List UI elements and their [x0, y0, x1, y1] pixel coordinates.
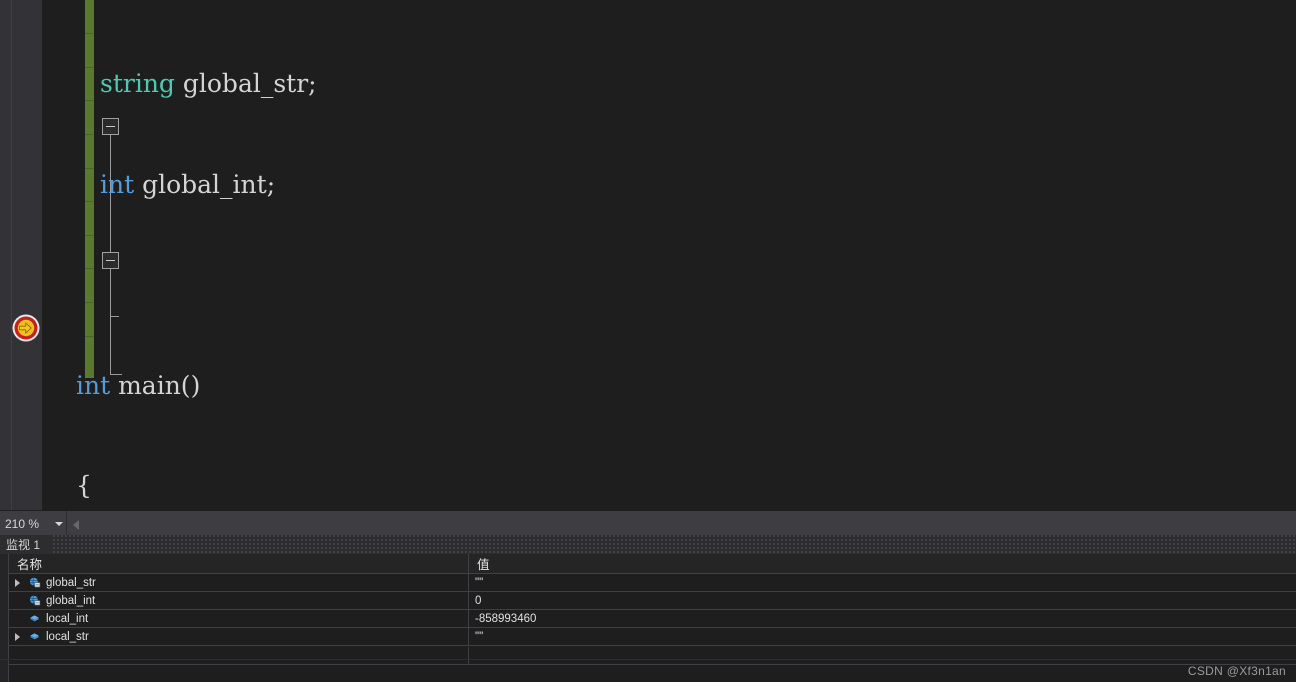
watch-value-cell-empty[interactable]: [469, 647, 1296, 664]
scroll-left-arrow-icon[interactable]: [68, 511, 84, 536]
csdn-watermark: CSDN @Xf3n1an: [1187, 664, 1286, 678]
expand-arrow-placeholder: [9, 610, 25, 627]
table-row[interactable]: local_str "": [9, 628, 1296, 646]
expand-arrow-icon[interactable]: [9, 628, 25, 645]
expand-arrow-icon[interactable]: [9, 574, 25, 591]
code-line: {: [76, 471, 92, 500]
watch-value-cell[interactable]: "": [469, 574, 1296, 591]
column-header-name[interactable]: 名称: [9, 554, 469, 573]
watch-value-cell[interactable]: "": [469, 628, 1296, 645]
watch-variable-name: global_int: [46, 594, 96, 607]
outlining-column[interactable]: [0, 0, 122, 510]
titlebar-grip-dots: [52, 535, 1296, 554]
watch-name-cell-empty[interactable]: [9, 646, 469, 664]
table-row[interactable]: local_int -858993460: [9, 610, 1296, 628]
code-line: int main(): [76, 370, 201, 400]
code-text[interactable]: string global_str; int global_int; int m…: [76, 0, 1296, 510]
watermark-divider: [0, 659, 1296, 660]
table-row-new-watch[interactable]: [9, 646, 1296, 665]
global-variable-icon: [25, 574, 43, 591]
code-line: string global_str;: [100, 69, 317, 98]
zoom-level-value: 210 %: [5, 516, 40, 531]
watch-value-cell[interactable]: 0: [469, 592, 1296, 609]
watch-variable-name: global_str: [46, 576, 96, 589]
visual-studio-debug-window: string global_str; int global_int; int m…: [0, 0, 1296, 682]
table-row[interactable]: global_str "": [9, 574, 1296, 592]
table-row[interactable]: global_int 0: [9, 592, 1296, 610]
editor-bottom-strip[interactable]: 210 %: [0, 510, 1296, 536]
watch-panel-titlebar[interactable]: 监视 1: [0, 535, 1296, 554]
local-variable-icon: [25, 610, 43, 627]
watch-variable-name: local_int: [46, 612, 89, 625]
watch-grid[interactable]: 名称 值 global_str "" global_int 0 local_in…: [8, 554, 1296, 682]
watch-name-cell[interactable]: local_str: [9, 628, 469, 645]
code-line: int global_int;: [100, 169, 276, 199]
chevron-down-icon[interactable]: [52, 511, 66, 536]
watch-grid-header: 名称 值: [9, 554, 1296, 574]
strip-divider: [66, 511, 67, 536]
watch-variable-name: local_str: [46, 630, 89, 643]
local-variable-icon: [25, 628, 43, 645]
watch-name-cell[interactable]: global_str: [9, 574, 469, 591]
watch-panel-title: 监视 1: [6, 538, 41, 552]
watch-name-cell[interactable]: global_int: [9, 592, 469, 609]
watch-name-cell[interactable]: local_int: [9, 610, 469, 627]
watch-panel: 监视 1 名称 值 global_str "" global_int 0 loc…: [0, 535, 1296, 682]
column-header-value[interactable]: 值: [469, 554, 1296, 573]
watch-value-cell[interactable]: -858993460: [469, 610, 1296, 627]
code-editor[interactable]: string global_str; int global_int; int m…: [0, 0, 1296, 510]
zoom-level-dropdown[interactable]: 210 %: [0, 511, 66, 536]
expand-arrow-placeholder: [9, 592, 25, 609]
global-variable-icon: [25, 592, 43, 609]
